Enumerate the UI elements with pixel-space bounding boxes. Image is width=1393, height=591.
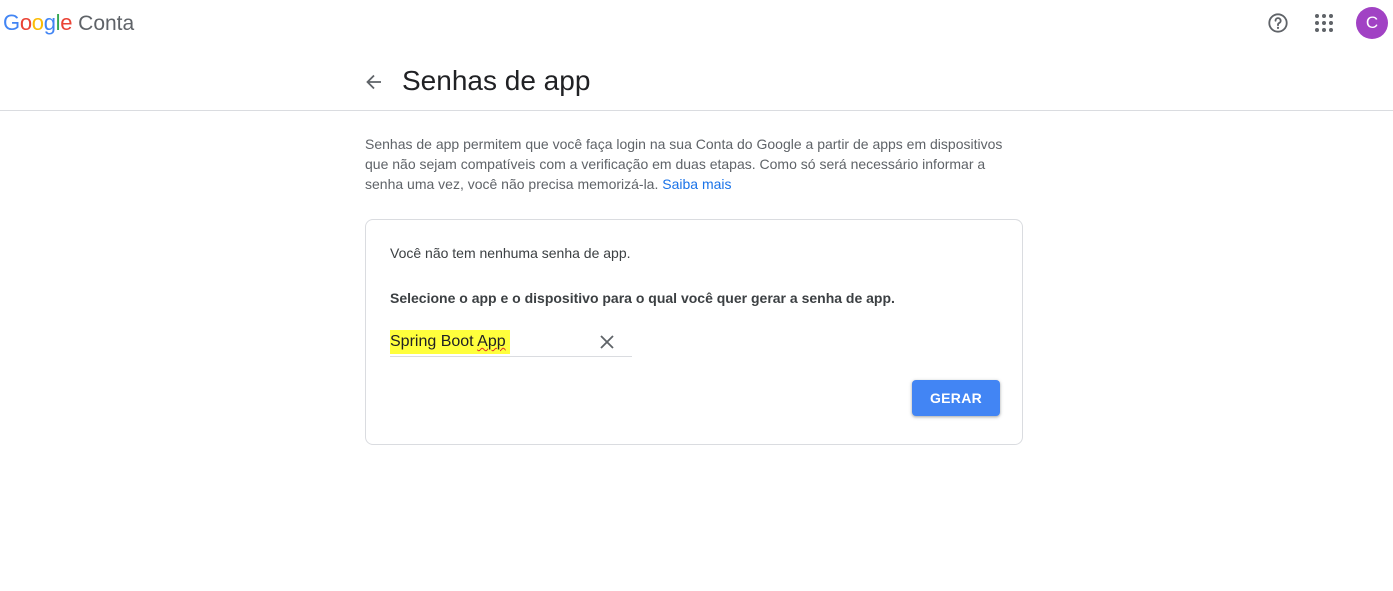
logo-letter: g bbox=[43, 10, 56, 35]
avatar[interactable]: C bbox=[1356, 7, 1388, 39]
google-wordmark: Google bbox=[3, 10, 72, 36]
intro-text: Senhas de app permitem que você faça log… bbox=[365, 134, 1025, 194]
app-name-field[interactable]: Spring Boot App bbox=[390, 326, 632, 357]
logo-letter: G bbox=[3, 10, 20, 35]
product-name: Conta bbox=[78, 12, 135, 35]
logo-letter: e bbox=[60, 10, 73, 35]
apps-grid-icon[interactable] bbox=[1306, 5, 1342, 41]
page-title: Senhas de app bbox=[402, 65, 591, 96]
select-prompt: Selecione o app e o dispositivo para o q… bbox=[390, 290, 895, 306]
app-password-card: Você não tem nenhuma senha de app. Selec… bbox=[365, 219, 1023, 445]
app-name-text: Spring Boot bbox=[390, 333, 478, 350]
page-header: Senhas de app bbox=[0, 48, 1393, 111]
arrow-back-icon[interactable] bbox=[360, 68, 388, 96]
logo-letter: o bbox=[31, 10, 44, 35]
no-passwords-message: Você não tem nenhuma senha de app. bbox=[390, 245, 631, 261]
help-icon[interactable] bbox=[1260, 5, 1296, 41]
close-icon[interactable] bbox=[596, 331, 618, 353]
app-name-input[interactable]: Spring Boot App bbox=[390, 330, 510, 354]
learn-more-link[interactable]: Saiba mais bbox=[662, 176, 731, 192]
logo-letter: o bbox=[19, 10, 32, 35]
top-bar: Google Conta C bbox=[0, 0, 1393, 48]
generate-button[interactable]: GERAR bbox=[912, 380, 1000, 416]
app-name-text-misspelled: App bbox=[477, 333, 506, 350]
google-account-logo[interactable]: Google Conta bbox=[3, 10, 134, 38]
